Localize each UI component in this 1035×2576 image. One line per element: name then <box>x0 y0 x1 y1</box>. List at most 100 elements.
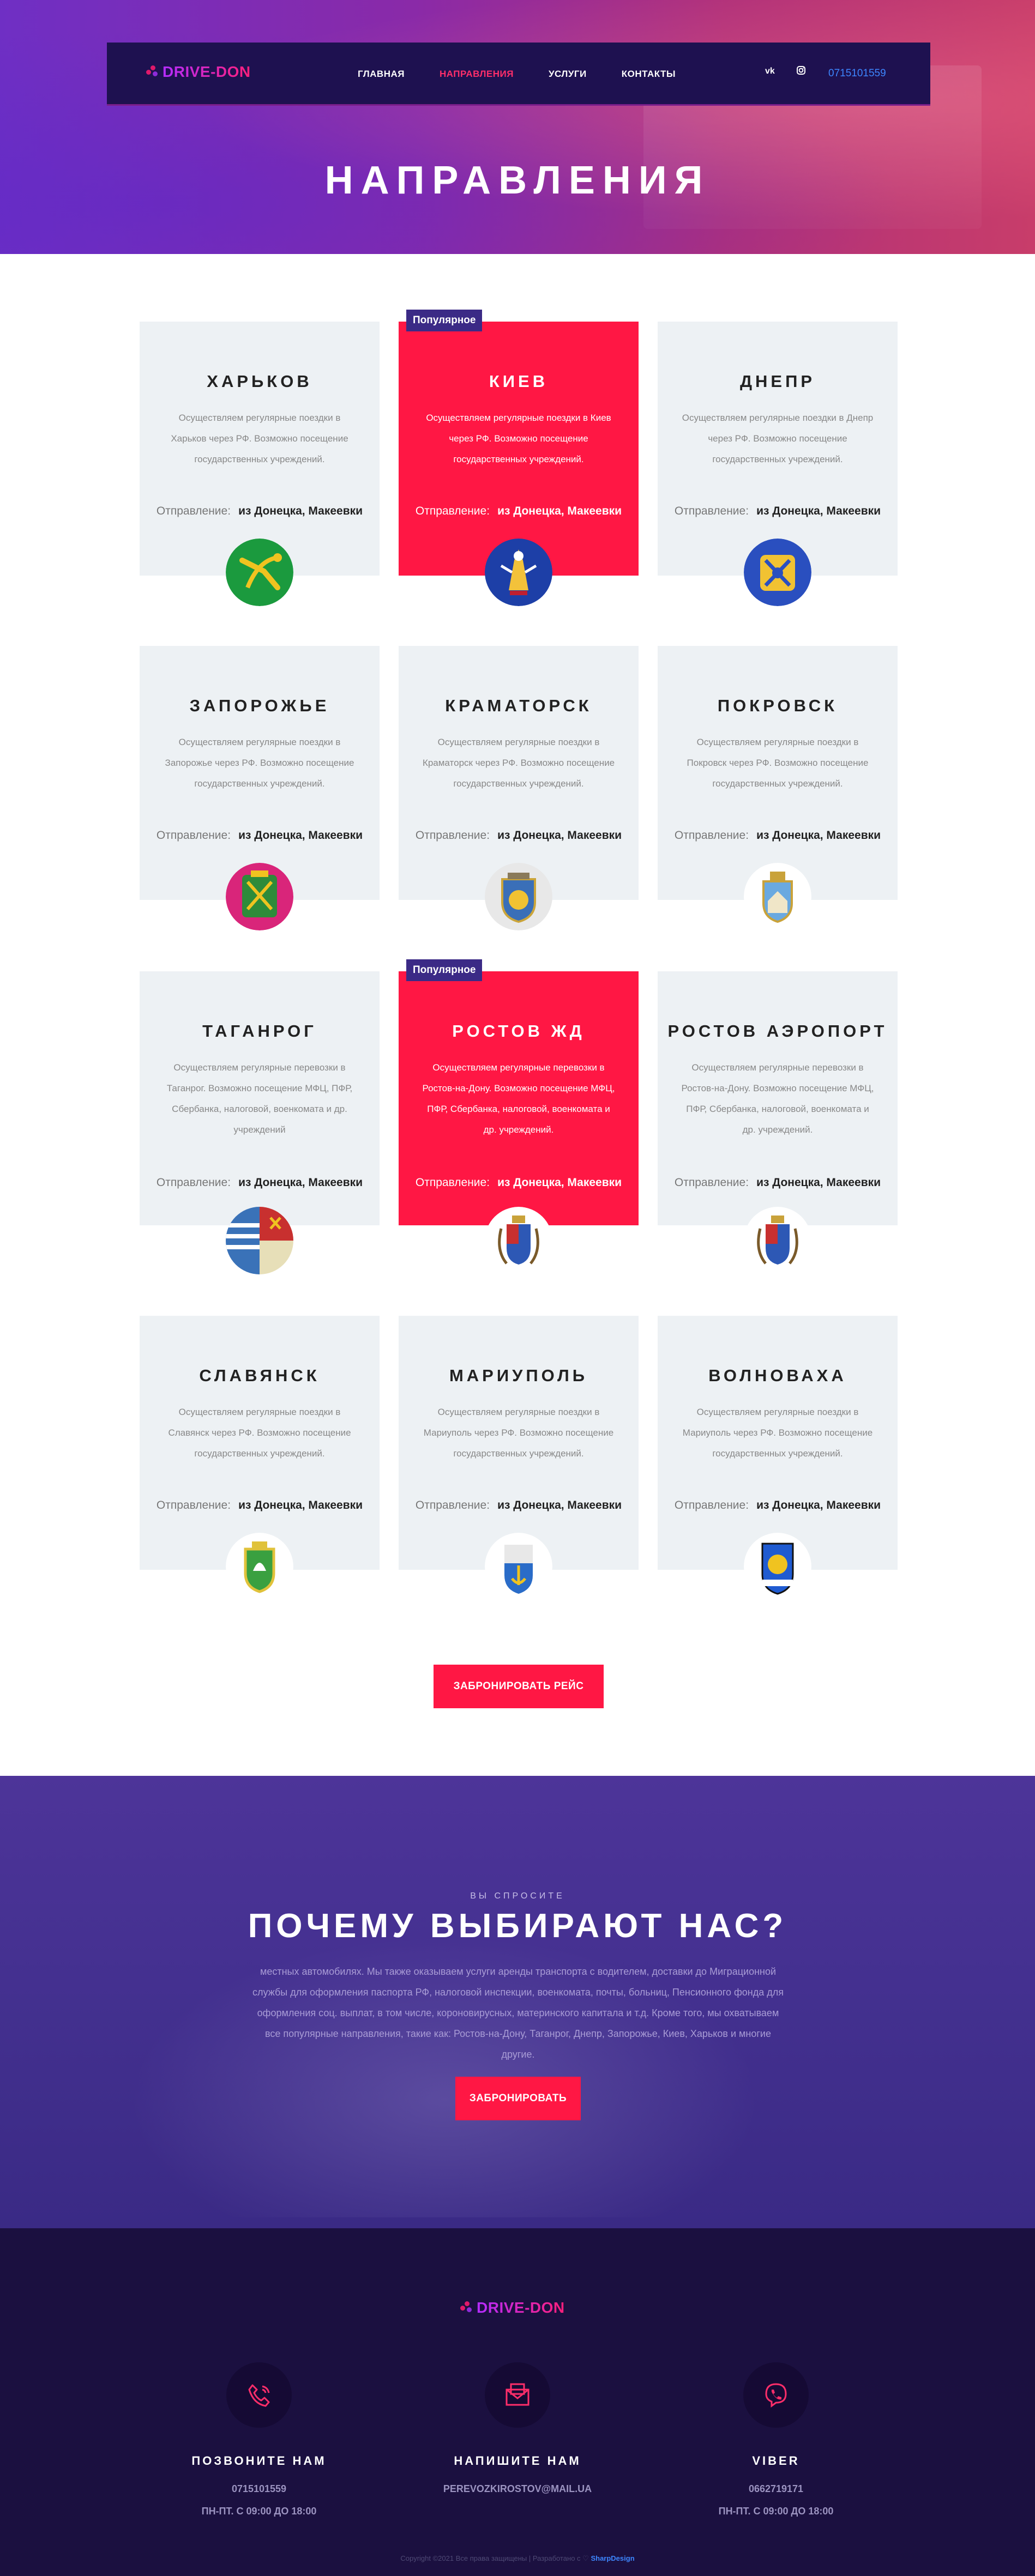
direction-card-kiev[interactable]: Популярное КИЕВ Осуществляем регулярные … <box>399 310 639 606</box>
direction-description: Осуществляем регулярные поездки в Днепр … <box>682 413 874 464</box>
copyright-text: Copyright ©2021 Все права защищены | Раз… <box>400 2554 589 2562</box>
direction-card-taganrog[interactable]: ТАГАНРОГ Осуществляем регулярные перевоз… <box>140 971 380 1274</box>
direction-city: СЛАВЯНСК <box>199 1366 320 1385</box>
dnepr-coat-of-arms-icon <box>744 539 811 606</box>
direction-city: ХАРЬКОВ <box>207 372 312 391</box>
direction-city: ДНЕПР <box>739 372 816 391</box>
direction-city: ТАГАНРОГ <box>202 1021 317 1041</box>
direction-departure: Отправление: из Донецка, Макеевки <box>156 1176 363 1189</box>
page-title: НАПРАВЛЕНИЯ <box>324 159 711 202</box>
direction-description: Осуществляем регулярные поездки в Мариуп… <box>682 1407 873 1459</box>
direction-card-mariupol[interactable]: МАРИУПОЛЬ Осуществляем регулярные поездк… <box>399 1316 639 1600</box>
site-logo[interactable]: DRIVE-DON <box>146 63 251 81</box>
book-button[interactable]: ЗАБРОНИРОВАТЬ <box>455 2077 581 2120</box>
mariupol-coat-of-arms-icon <box>485 1533 552 1600</box>
contact-title: НАПИШИТЕ НАМ <box>454 2454 581 2468</box>
direction-departure: Отправление: из Донецка, Макеевки <box>674 829 881 842</box>
pokrovsk-coat-of-arms-icon <box>744 863 811 930</box>
direction-city: ВОЛНОВАХА <box>708 1366 847 1385</box>
direction-city: КИЕВ <box>489 372 549 391</box>
slavyansk-coat-of-arms-icon <box>226 1533 293 1600</box>
viber-icon <box>743 2362 809 2428</box>
direction-departure: Отправление: из Донецка, Макеевки <box>415 505 622 517</box>
direction-departure: Отправление: из Донецка, Макеевки <box>415 1499 622 1511</box>
kharkov-coat-of-arms-icon <box>226 539 293 606</box>
direction-card-rostov-rail[interactable]: Популярное РОСТОВ ЖД Осуществляем регуля… <box>399 959 639 1274</box>
direction-description: Осуществляем регулярные перевозки в Рост… <box>422 1062 615 1135</box>
top-navbar: DRIVE-DON ГЛАВНАЯ НАПРАВЛЕНИЯ УСЛУГИ КОН… <box>107 43 930 106</box>
logo-text: DRIVE-DON <box>163 63 251 80</box>
direction-departure: Отправление: из Донецка, Макеевки <box>156 505 363 517</box>
menu-item-services[interactable]: УСЛУГИ <box>549 69 587 80</box>
direction-city: РОСТОВ ЖД <box>452 1021 585 1041</box>
kramatorsk-coat-of-arms-icon <box>485 863 552 930</box>
kiev-coat-of-arms-icon <box>485 539 552 606</box>
direction-card-rostov-airport[interactable]: РОСТОВ АЭРОПОРТ Осуществляем регулярные … <box>658 971 898 1274</box>
vk-icon[interactable]: vk <box>765 66 775 76</box>
direction-description: Осуществляем регулярные поездки в Крамат… <box>422 737 615 789</box>
direction-description: Осуществляем регулярные перевозки в Рост… <box>681 1062 874 1135</box>
direction-city: РОСТОВ АЭРОПОРТ <box>667 1021 888 1041</box>
taganrog-coat-of-arms-icon <box>226 1207 293 1274</box>
menu-item-contacts[interactable]: КОНТАКТЫ <box>622 69 676 80</box>
direction-departure: Отправление: из Донецка, Макеевки <box>674 1176 881 1189</box>
menu-item-home[interactable]: ГЛАВНАЯ <box>358 69 405 80</box>
contact-viber-number[interactable]: 0662719171 <box>667 2483 885 2495</box>
menu-item-directions[interactable]: НАПРАВЛЕНИЯ <box>440 69 514 80</box>
phone-icon <box>226 2362 292 2428</box>
logo-dots-icon <box>460 2301 473 2314</box>
direction-card-zaporozhye[interactable]: ЗАПОРОЖЬЕ Осуществляем регулярные поездк… <box>140 646 380 930</box>
contact-call: ПОЗВОНИТЕ НАМ 0715101559 ПН-ПТ. С 09:00 … <box>150 2362 368 2517</box>
contact-title: VIBER <box>752 2454 800 2468</box>
direction-departure: Отправление: из Донецка, Макеевки <box>156 829 363 842</box>
instagram-icon[interactable] <box>796 65 806 78</box>
direction-card-pokrovsk[interactable]: ПОКРОВСК Осуществляем регулярные поездки… <box>658 646 898 930</box>
direction-departure: Отправление: из Донецка, Макеевки <box>674 1499 881 1511</box>
contact-hours: ПН-ПТ. С 09:00 ДО 18:00 <box>201 2506 317 2517</box>
direction-city: КРАМАТОРСК <box>445 696 592 715</box>
footer-logo-text: DRIVE-DON <box>477 2299 565 2316</box>
header-phone-link[interactable]: 0715101559 <box>828 68 886 80</box>
direction-description: Осуществляем регулярные поездки в Мариуп… <box>423 1407 614 1459</box>
direction-card-slavyansk[interactable]: СЛАВЯНСК Осуществляем регулярные поездки… <box>140 1316 380 1600</box>
direction-description: Осуществляем регулярные поездки в Славян… <box>168 1407 351 1459</box>
direction-card-kramatorsk[interactable]: КРАМАТОРСК Осуществляем регулярные поезд… <box>399 646 639 930</box>
footer-logo[interactable]: DRIVE-DON <box>460 2299 565 2317</box>
direction-card-kharkov[interactable]: ХАРЬКОВ Осуществляем регулярные поездки … <box>140 322 380 606</box>
direction-card-dnepr[interactable]: ДНЕПР Осуществляем регулярные поездки в … <box>658 322 898 606</box>
direction-description: Осуществляем регулярные перевозки в Тага… <box>166 1062 353 1135</box>
direction-description: Осуществляем регулярные поездки в Запоро… <box>165 737 354 789</box>
contact-hours: ПН-ПТ. С 09:00 ДО 18:00 <box>718 2506 834 2517</box>
contact-title: ПОЗВОНИТЕ НАМ <box>191 2454 327 2468</box>
direction-departure: Отправление: из Донецка, Макеевки <box>415 829 622 842</box>
rostov-coat-of-arms-icon <box>485 1207 552 1274</box>
rostov-airport-coat-of-arms-icon <box>744 1207 811 1274</box>
direction-city: ЗАПОРОЖЬЕ <box>189 696 330 715</box>
book-route-button[interactable]: ЗАБРОНИРОВАТЬ РЕЙС <box>434 1665 604 1708</box>
zaporozhye-coat-of-arms-icon <box>226 863 293 930</box>
hero-section: DRIVE-DON ГЛАВНАЯ НАПРАВЛЕНИЯ УСЛУГИ КОН… <box>0 0 1035 254</box>
why-title: ПОЧЕМУ ВЫБИРАЮТ НАС? <box>248 1907 787 1945</box>
direction-description: Осуществляем регулярные поездки в Киев ч… <box>426 413 611 464</box>
contact-viber: VIBER 0662719171 ПН-ПТ. С 09:00 ДО 18:00 <box>667 2362 885 2517</box>
developer-link[interactable]: SharpDesign <box>591 2554 634 2562</box>
contact-phone[interactable]: 0715101559 <box>150 2483 368 2495</box>
popular-badge: Популярное <box>406 959 483 981</box>
why-text: местных автомобилях. Мы также оказываем … <box>252 1966 784 2060</box>
direction-description: Осуществляем регулярные поездки в Покров… <box>687 737 869 789</box>
popular-badge: Популярное <box>406 310 483 331</box>
direction-departure: Отправление: из Донецка, Макеевки <box>674 505 881 517</box>
contact-email-address[interactable]: PEREVOZKIROSTOV@MAIL.UA <box>408 2483 627 2495</box>
volnovakha-coat-of-arms-icon <box>744 1533 811 1600</box>
direction-departure: Отправление: из Донецка, Макеевки <box>415 1176 622 1189</box>
direction-card-volnovakha[interactable]: ВОЛНОВАХА Осуществляем регулярные поездк… <box>658 1316 898 1600</box>
why-us-section: ВЫ СПРОСИТЕ ПОЧЕМУ ВЫБИРАЮТ НАС? местных… <box>0 1776 1035 2228</box>
direction-city: МАРИУПОЛЬ <box>449 1366 588 1385</box>
main-menu: ГЛАВНАЯ НАПРАВЛЕНИЯ УСЛУГИ КОНТАКТЫ <box>358 43 676 106</box>
direction-departure: Отправление: из Донецка, Макеевки <box>156 1499 363 1511</box>
why-kicker: ВЫ СПРОСИТЕ <box>470 1891 565 1901</box>
direction-city: ПОКРОВСК <box>717 696 838 715</box>
copyright: Copyright ©2021 Все права защищены | Раз… <box>0 2554 1035 2563</box>
direction-description: Осуществляем регулярные поездки в Харько… <box>171 413 348 464</box>
footer: DRIVE-DON ПОЗВОНИТЕ НАМ 0715101559 ПН-ПТ… <box>0 2228 1035 2576</box>
